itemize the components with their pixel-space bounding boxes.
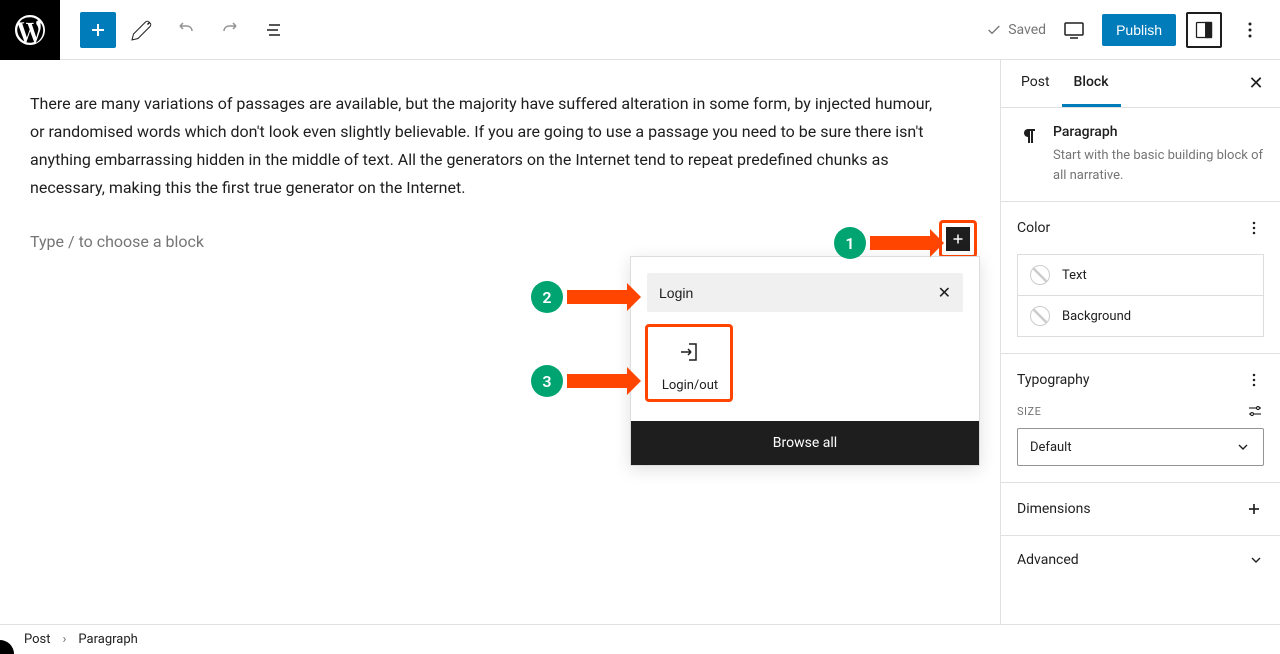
inserter-search[interactable]: ✕ [647, 273, 963, 312]
dimensions-panel-toggle[interactable]: Dimensions [1001, 483, 1280, 536]
annotation-1: 1 [834, 227, 930, 259]
settings-sidebar: Post Block ✕ Paragraph Start with the ba… [1000, 60, 1280, 624]
empty-block[interactable]: Type / to choose a block 1 2 [30, 232, 970, 251]
more-vertical-icon [1238, 18, 1262, 42]
redo-button[interactable] [212, 12, 248, 48]
editor-canvas: There are many variations of passages ar… [0, 60, 1000, 624]
advanced-panel-title: Advanced [1017, 552, 1079, 568]
inline-add-block-button[interactable] [946, 227, 970, 251]
tab-post[interactable]: Post [1009, 60, 1062, 107]
background-color-button[interactable]: Background [1017, 296, 1264, 337]
saved-label: Saved [1008, 22, 1046, 38]
plus-icon [1244, 499, 1264, 519]
close-sidebar-button[interactable]: ✕ [1240, 68, 1272, 100]
list-icon [262, 18, 286, 42]
sidebar-tabs: Post Block ✕ [1001, 60, 1280, 108]
more-vertical-icon[interactable] [1244, 218, 1264, 238]
browse-all-button[interactable]: Browse all [631, 421, 979, 465]
login-icon [678, 340, 702, 364]
color-swatch-empty [1030, 306, 1050, 326]
main-layout: There are many variations of passages ar… [0, 60, 1280, 624]
text-color-button[interactable]: Text [1017, 254, 1264, 296]
pencil-icon [130, 18, 154, 42]
annotation-arrow-1 [870, 236, 930, 250]
inserter-search-input[interactable] [659, 285, 938, 301]
sidebar-icon [1194, 20, 1214, 40]
top-toolbar: Saved Publish [0, 0, 1280, 60]
chevron-down-icon [1235, 439, 1251, 455]
block-placeholder: Type / to choose a block [30, 232, 204, 251]
font-size-value: Default [1030, 440, 1072, 455]
block-title: Paragraph [1053, 124, 1264, 140]
save-status: Saved [986, 22, 1046, 38]
typography-panel-title: Typography [1017, 372, 1089, 388]
color-panel-title: Color [1017, 220, 1050, 236]
desktop-icon [1062, 18, 1086, 42]
background-color-label: Background [1062, 309, 1131, 324]
tab-block[interactable]: Block [1062, 60, 1121, 107]
annotation-badge-1: 1 [834, 227, 866, 259]
typography-panel: Typography SIZE Default [1001, 354, 1280, 483]
breadcrumb-item[interactable]: Post [24, 632, 51, 647]
check-icon [986, 22, 1002, 38]
paragraph-block[interactable]: There are many variations of passages ar… [30, 90, 950, 202]
publish-button[interactable]: Publish [1102, 14, 1176, 46]
text-color-label: Text [1062, 268, 1087, 283]
more-vertical-icon[interactable] [1244, 370, 1264, 390]
settings-sidebar-toggle[interactable] [1186, 12, 1222, 48]
document-overview-button[interactable] [256, 12, 292, 48]
block-inserter-popup: 2 ✕ 3 Login/out [630, 256, 980, 466]
undo-icon [174, 18, 198, 42]
block-item-label: Login/out [662, 378, 718, 393]
settings-icon[interactable] [1246, 402, 1264, 420]
plus-icon [86, 18, 110, 42]
preview-button[interactable] [1056, 12, 1092, 48]
breadcrumb-item[interactable]: Paragraph [78, 632, 137, 647]
add-block-button[interactable] [80, 12, 116, 48]
inserter-results: Login/out [631, 328, 979, 421]
chevron-right-icon: › [63, 632, 67, 647]
advanced-panel-toggle[interactable]: Advanced [1001, 536, 1280, 584]
paragraph-icon [1017, 124, 1041, 148]
redo-icon [218, 18, 242, 42]
dimensions-panel-title: Dimensions [1017, 501, 1091, 517]
annotation-arrow-2 [567, 290, 627, 304]
block-description: Start with the basic building block of a… [1053, 146, 1264, 185]
tools-button[interactable] [124, 12, 160, 48]
clear-search-button[interactable]: ✕ [938, 283, 951, 302]
annotation-2: 2 [531, 281, 627, 313]
options-button[interactable] [1232, 12, 1268, 48]
breadcrumb: Post › Paragraph [0, 624, 1280, 654]
undo-button[interactable] [168, 12, 204, 48]
plus-icon [949, 230, 967, 248]
font-size-select[interactable]: Default [1017, 428, 1264, 466]
annotation-badge-3: 3 [531, 365, 563, 397]
wordpress-logo[interactable] [0, 0, 60, 60]
annotation-badge-2: 2 [531, 281, 563, 313]
toolbar-right: Saved Publish [986, 12, 1280, 48]
toolbar-left [0, 0, 292, 59]
block-item-loginout[interactable]: Login/out [647, 328, 733, 405]
size-label: SIZE [1017, 405, 1041, 418]
toolbar-buttons [60, 12, 292, 48]
color-swatch-empty [1030, 265, 1050, 285]
annotation-3: 3 [531, 365, 627, 397]
annotation-arrow-3 [567, 374, 627, 388]
wordpress-icon [12, 12, 48, 48]
chevron-down-icon [1248, 552, 1264, 568]
color-panel: Color Text Background [1001, 202, 1280, 354]
block-info-section: Paragraph Start with the basic building … [1001, 108, 1280, 202]
